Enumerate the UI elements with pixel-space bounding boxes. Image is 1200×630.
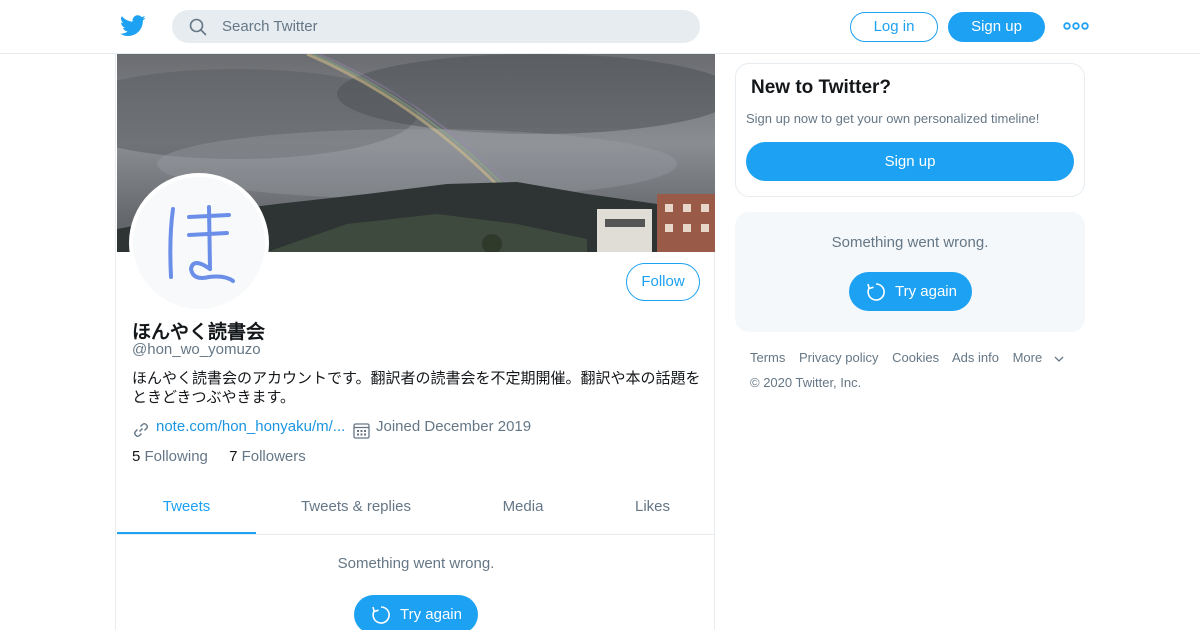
login-button[interactable]: Log in	[850, 12, 938, 42]
new-to-twitter-subtitle: Sign up now to get your own personalized…	[746, 111, 1040, 126]
calendar-icon	[353, 423, 370, 439]
profile-tabs: Tweets Tweets & replies Media Likes	[117, 483, 715, 535]
refresh-icon	[372, 606, 390, 624]
followers-count[interactable]: 7 Followers	[229, 448, 306, 465]
new-to-twitter-title: New to Twitter?	[751, 77, 892, 98]
footer-link-cookies[interactable]: Cookies	[892, 350, 939, 365]
footer-link-more[interactable]: More	[1013, 350, 1065, 365]
footer-link-ads-info[interactable]: Ads info	[952, 350, 999, 365]
more-dots-icon[interactable]	[1063, 16, 1089, 36]
profile-column: Follow ほんやく読書会 @hon_wo_yomuzo ほんやく読書会のアカ…	[115, 54, 715, 630]
top-navigation-bar: Log in Sign up	[0, 0, 1200, 54]
tab-media[interactable]: Media	[456, 483, 590, 534]
profile-avatar[interactable]	[129, 173, 269, 313]
tab-likes[interactable]: Likes	[590, 483, 715, 534]
tab-tweets[interactable]: Tweets	[117, 483, 256, 534]
avatar-handwritten-glyph-icon	[168, 205, 235, 283]
sidebar-signup-button[interactable]: Sign up	[746, 142, 1074, 181]
profile-handle: @hon_wo_yomuzo	[132, 341, 261, 358]
search-box[interactable]	[172, 10, 700, 43]
footer-link-privacy[interactable]: Privacy policy	[799, 350, 878, 365]
footer-links: Terms Privacy policy Cookies Ads info Mo…	[750, 350, 1074, 365]
search-icon	[189, 18, 207, 36]
following-count[interactable]: 5 Following	[132, 448, 208, 465]
profile-bio: ほんやく読書会のアカウントです。翻訳者の読書会を不定期開催。翻訳や本の話題をとき…	[132, 370, 701, 406]
profile-website-link[interactable]: note.com/hon_honyaku/m/...	[156, 418, 345, 435]
chevron-down-icon	[1054, 356, 1064, 362]
link-icon	[134, 423, 148, 437]
joined-date: Joined December 2019	[376, 418, 532, 435]
sidebar-error-message: Something went wrong.	[831, 234, 989, 251]
sidebar-retry-button[interactable]: Try again	[849, 272, 972, 311]
tab-tweets-and-replies[interactable]: Tweets & replies	[256, 483, 456, 534]
profile-stats: 5 Following 7 Followers	[132, 448, 323, 465]
footer-link-terms[interactable]: Terms	[750, 350, 785, 365]
search-input[interactable]	[222, 10, 682, 43]
twitter-bird-icon[interactable]	[120, 14, 146, 38]
timeline-retry-button[interactable]: Try again	[354, 595, 478, 630]
refresh-icon	[867, 283, 885, 301]
timeline-error-message: Something went wrong.	[337, 555, 495, 572]
follow-button[interactable]: Follow	[626, 263, 700, 301]
profile-name: ほんやく読書会	[132, 322, 266, 343]
copyright-text: © 2020 Twitter, Inc.	[750, 375, 862, 390]
signup-button[interactable]: Sign up	[948, 12, 1045, 42]
new-to-twitter-card: New to Twitter? Sign up now to get your …	[735, 63, 1085, 197]
sidebar-error-card: Something went wrong. Try again	[735, 212, 1085, 332]
